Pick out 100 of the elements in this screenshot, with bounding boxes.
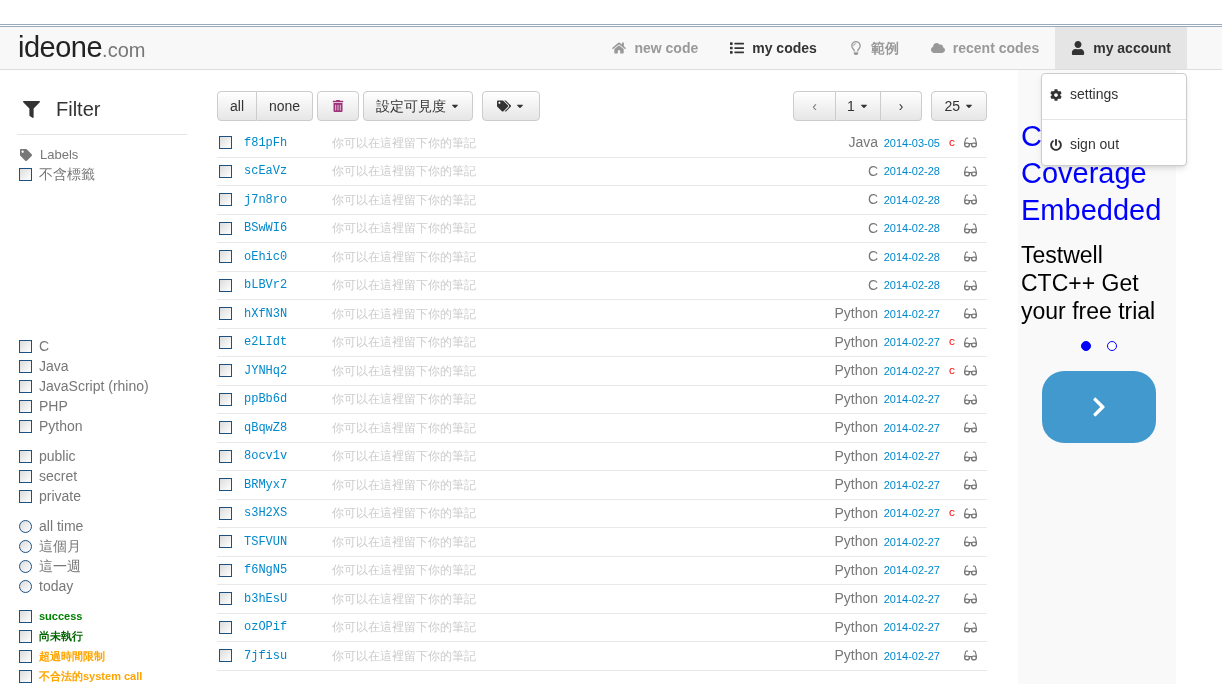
glasses-icon[interactable] — [964, 164, 977, 178]
checkbox[interactable] — [219, 250, 232, 264]
per-page-dropdown[interactable]: 25 — [931, 91, 987, 121]
nav-link[interactable]: my account — [1055, 27, 1187, 69]
filter-option[interactable]: 這個月 — [39, 536, 81, 557]
checkbox[interactable] — [219, 421, 232, 435]
checkbox[interactable] — [19, 380, 32, 393]
checkbox[interactable] — [219, 278, 232, 292]
glasses-icon[interactable] — [964, 136, 977, 150]
radio-button[interactable] — [19, 580, 32, 593]
glasses-icon[interactable] — [964, 221, 977, 235]
previous-page-button[interactable]: ‹ — [793, 91, 836, 121]
code-link[interactable]: BSwWI6 — [244, 219, 332, 238]
checkbox[interactable] — [19, 630, 32, 643]
code-link[interactable]: ozOPif — [244, 618, 332, 637]
code-link[interactable]: BRMyx7 — [244, 475, 332, 494]
filter-option[interactable]: JavaScript (rhino) — [39, 376, 149, 397]
glasses-icon[interactable] — [964, 307, 977, 321]
checkbox[interactable] — [19, 450, 32, 463]
code-link[interactable]: b3hEsU — [244, 589, 332, 608]
checkbox[interactable] — [219, 136, 232, 150]
checkbox[interactable] — [219, 392, 232, 406]
nav-link[interactable]: recent codes — [914, 27, 1056, 69]
checkbox[interactable] — [219, 193, 232, 207]
checkbox[interactable] — [219, 364, 232, 378]
checkbox[interactable] — [219, 307, 232, 321]
glasses-icon[interactable] — [964, 620, 977, 634]
filter-option[interactable]: C — [39, 336, 50, 357]
checkbox[interactable] — [219, 335, 232, 349]
code-link[interactable]: qBqwZ8 — [244, 418, 332, 437]
logo-suffix[interactable]: .com — [102, 35, 146, 66]
checkbox[interactable] — [19, 400, 32, 413]
code-link[interactable]: j7n8ro — [244, 190, 332, 209]
ad-headline[interactable]: Embedded — [1021, 192, 1176, 229]
glasses-icon[interactable] — [964, 592, 977, 606]
code-link[interactable]: hXfN3N — [244, 304, 332, 323]
checkbox[interactable] — [19, 420, 32, 433]
nav-link[interactable]: my codes — [714, 27, 833, 69]
code-link[interactable]: f6NgN5 — [244, 561, 332, 580]
filter-option[interactable]: secret — [39, 466, 78, 487]
filter-option[interactable]: 不含標籤 — [39, 164, 95, 185]
glasses-icon[interactable] — [964, 364, 977, 378]
glasses-icon[interactable] — [964, 193, 977, 207]
filter-option[interactable]: 尚未執行 — [39, 628, 83, 645]
glasses-icon[interactable] — [964, 649, 977, 663]
page-dropdown[interactable]: 1 — [835, 91, 881, 121]
radio-button[interactable] — [19, 520, 32, 533]
code-link[interactable]: e2LIdt — [244, 333, 332, 352]
filter-option[interactable]: public — [39, 446, 76, 467]
checkbox[interactable] — [19, 168, 32, 181]
nav-link[interactable]: new code — [596, 27, 715, 69]
logo-text[interactable]: ideone — [18, 26, 103, 70]
glasses-icon[interactable] — [964, 535, 977, 549]
code-link[interactable]: 8ocv1v — [244, 447, 332, 466]
checkbox[interactable] — [19, 360, 32, 373]
checkbox[interactable] — [19, 670, 32, 683]
checkbox[interactable] — [19, 340, 32, 353]
ad-body[interactable]: Testwell CTC++ Get your free trial — [1021, 241, 1171, 325]
checkbox[interactable] — [19, 610, 32, 623]
filter-option[interactable]: 這一週 — [39, 556, 81, 577]
glasses-icon[interactable] — [964, 392, 977, 406]
filter-option[interactable]: all time — [39, 516, 84, 537]
tags-dropdown[interactable] — [482, 91, 541, 121]
radio-button[interactable] — [19, 560, 32, 573]
select-none-button[interactable]: none — [257, 91, 314, 121]
code-link[interactable]: s3H2XS — [244, 504, 332, 523]
code-link[interactable]: oEhic0 — [244, 247, 332, 266]
glasses-icon[interactable] — [964, 335, 977, 349]
checkbox[interactable] — [219, 592, 232, 606]
checkbox[interactable] — [19, 650, 32, 663]
code-link[interactable]: f81pFh — [244, 133, 332, 152]
delete-button[interactable] — [317, 91, 360, 121]
checkbox[interactable] — [219, 535, 232, 549]
filter-option[interactable]: Python — [39, 416, 83, 437]
glasses-icon[interactable] — [964, 278, 977, 292]
checkbox[interactable] — [219, 649, 232, 663]
glasses-icon[interactable] — [964, 250, 977, 264]
checkbox[interactable] — [219, 563, 232, 577]
select-all-button[interactable]: all — [217, 91, 257, 121]
filter-option[interactable]: success — [39, 608, 83, 625]
code-link[interactable]: ppBb6d — [244, 390, 332, 409]
filter-option[interactable]: PHP — [39, 396, 68, 417]
filter-option[interactable]: Java — [39, 356, 69, 377]
checkbox[interactable] — [19, 470, 32, 483]
glasses-icon[interactable] — [964, 563, 977, 577]
checkbox[interactable] — [19, 490, 32, 503]
glasses-icon[interactable] — [964, 478, 977, 492]
code-link[interactable]: bLBVr2 — [244, 276, 332, 295]
nav-link[interactable]: 範例 — [832, 27, 915, 69]
checkbox[interactable] — [219, 478, 232, 492]
code-link[interactable]: scEaVz — [244, 162, 332, 181]
menu-item[interactable]: sign out — [1042, 128, 1186, 161]
code-link[interactable]: 7jfisu — [244, 646, 332, 665]
glasses-icon[interactable] — [964, 449, 977, 463]
next-page-button[interactable]: › — [880, 91, 923, 121]
filter-option[interactable]: today — [39, 576, 74, 597]
code-link[interactable]: JYNHq2 — [244, 361, 332, 380]
glasses-icon[interactable] — [964, 506, 977, 520]
radio-button[interactable] — [19, 540, 32, 553]
checkbox[interactable] — [219, 164, 232, 178]
